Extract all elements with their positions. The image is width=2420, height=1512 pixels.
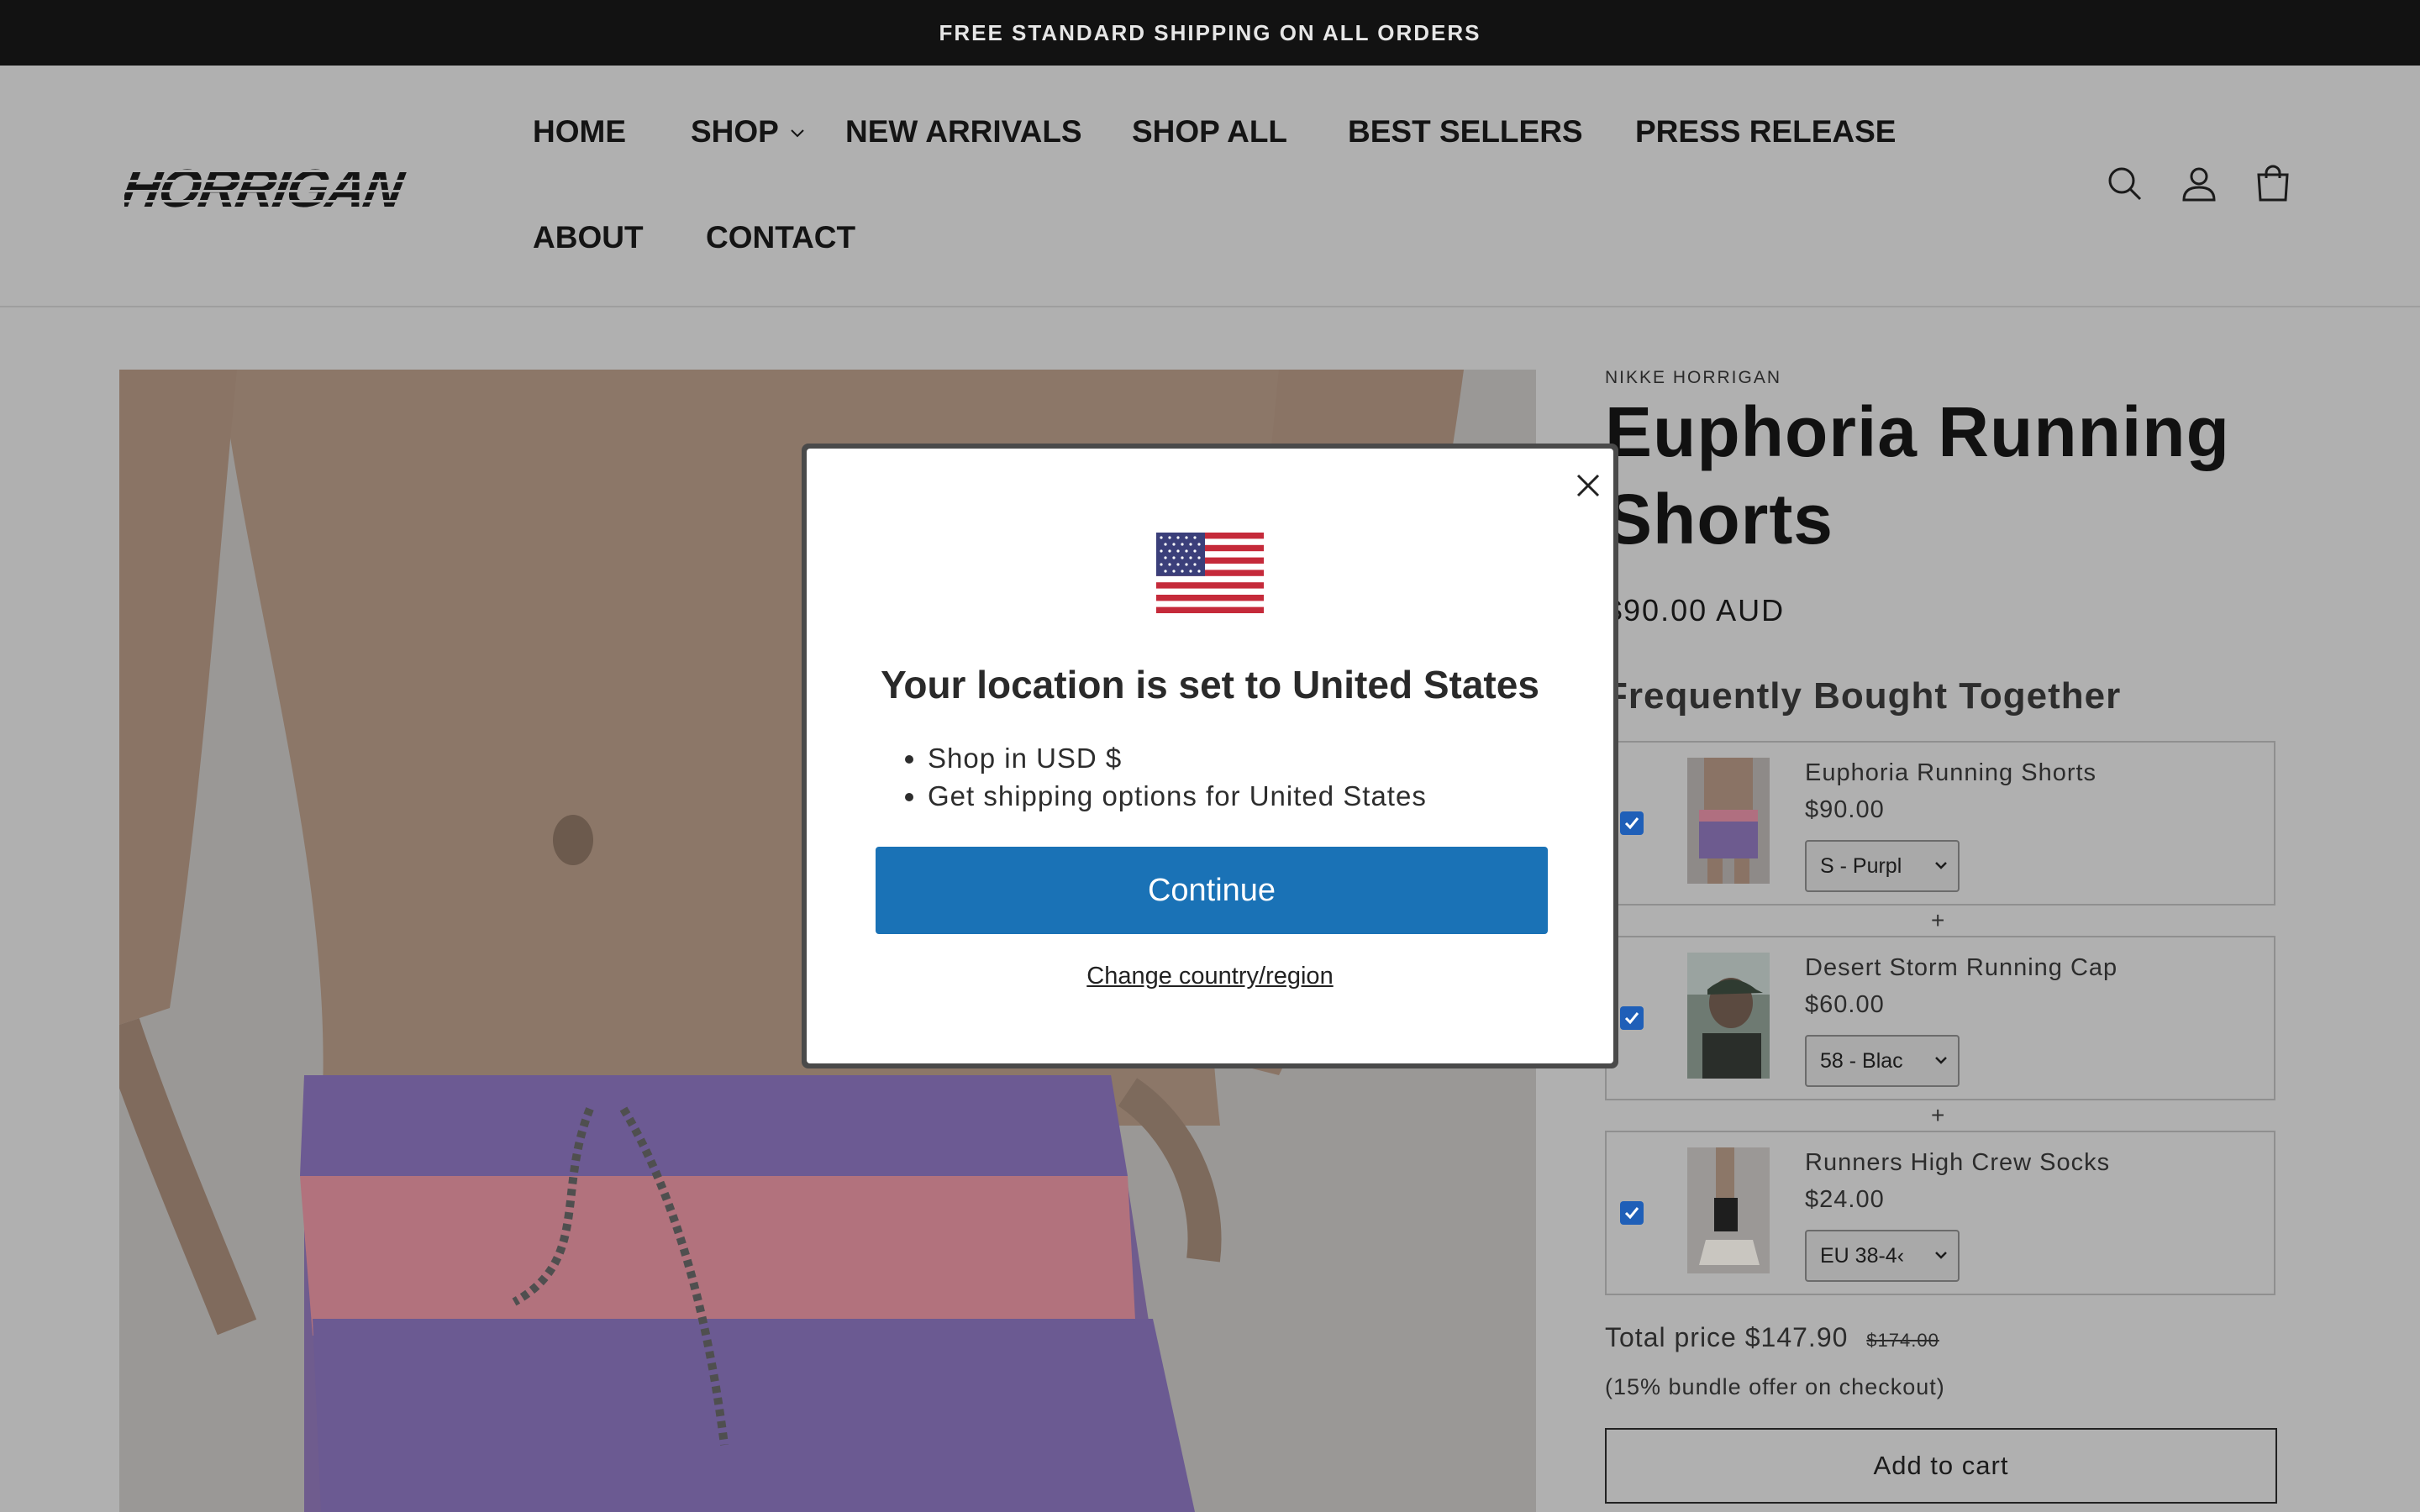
bundle-note: (15% bundle offer on checkout) [1605,1374,1945,1399]
account-icon[interactable] [2178,163,2220,205]
total-old-price: $174.00 [1866,1330,1939,1351]
total-price: $147.90 [1744,1322,1849,1352]
change-country-link[interactable]: Change country/region [807,963,1613,990]
nav-home[interactable]: HOME [533,116,626,147]
bundle-item-price: $60.00 [1805,991,1885,1018]
bundle-item: Desert Storm Running Cap $60.00 58 - Bla… [1605,936,2275,1100]
variant-select[interactable]: 58 - Blac [1805,1035,1960,1087]
nav-shop-label: SHOP [691,114,779,149]
svg-text:HORRIGAN: HORRIGAN [124,158,410,215]
product-vendor: NIKKE HORRIGAN [1605,368,1782,387]
bundle-item: Euphoria Running Shorts $90.00 S - Purpl [1605,741,2275,906]
checkmark-icon [1624,1207,1639,1220]
modal-bullets: Shop in USD $ Get shipping options for U… [901,739,1427,815]
nav-best-sellers[interactable]: BEST SELLERS [1348,116,1583,147]
chevron-down-icon [1935,1252,1947,1259]
modal-bullet: Get shipping options for United States [928,777,1427,815]
nav-shop-all[interactable]: SHOP ALL [1132,116,1287,147]
product-price: $90.00 AUD [1605,593,1786,627]
variant-select[interactable]: S - Purpl [1805,840,1960,892]
bundle-plus: + [1931,1102,1945,1128]
variant-select-value: EU 38-4‹ [1820,1243,1905,1268]
location-modal: Your location is set to United States Sh… [802,444,1618,1068]
variant-select[interactable]: EU 38-4‹ [1805,1230,1960,1282]
bundle-total: Total price $147.90 $174.00 [1605,1322,1939,1353]
cart-icon[interactable] [2252,163,2294,205]
chevron-down-icon [1935,862,1947,869]
bundle-checkbox[interactable] [1620,1201,1644,1225]
nav-press-release[interactable]: PRESS RELEASE [1635,116,1896,147]
bundle-item-name: Desert Storm Running Cap [1805,954,2118,981]
location-modal-body: Your location is set to United States Sh… [807,449,1613,1063]
bundle-item-name: Euphoria Running Shorts [1805,759,2097,786]
nav-shop[interactable]: SHOP [691,116,805,147]
product-title-line-1: Euphoria Running [1605,392,2230,471]
continue-button[interactable]: Continue [876,847,1548,934]
checkmark-icon [1624,1012,1639,1025]
bundle-item-name: Runners High Crew Socks [1805,1149,2111,1176]
bundle-item: Runners High Crew Socks $24.00 EU 38-4‹ [1605,1131,2275,1295]
close-icon[interactable] [1568,465,1608,506]
chevron-down-icon [791,129,805,138]
bundle-item-price: $90.00 [1805,796,1885,823]
announcement-bar: FREE STANDARD SHIPPING ON ALL ORDERS [0,0,2420,66]
variant-select-value: 58 - Blac [1820,1048,1903,1073]
checkmark-icon [1624,817,1639,830]
variant-select-value: S - Purpl [1820,853,1902,878]
add-to-cart-button[interactable]: Add to cart [1605,1428,2277,1504]
site-header: HORRIGAN HOME SHOP NEW ARRIVALS SHOP ALL… [0,66,2420,307]
total-label: Total price [1605,1322,1737,1352]
us-flag-icon [1156,533,1264,613]
modal-title: Your location is set to United States [881,663,1539,706]
bundle-thumbnail[interactable] [1687,1147,1770,1273]
announcement-text: FREE STANDARD SHIPPING ON ALL ORDERS [939,19,1481,45]
bundle-heading: Frequently Bought Together [1605,675,2122,717]
modal-bullet: Shop in USD $ [928,739,1427,777]
horrigan-logo[interactable]: HORRIGAN [124,158,452,215]
bundle-item-price: $24.00 [1805,1186,1885,1213]
product-title-line-2: Shorts [1605,480,1834,559]
chevron-down-icon [1935,1057,1947,1064]
bundle-plus: + [1931,907,1945,933]
nav-about[interactable]: ABOUT [533,222,644,253]
search-icon[interactable] [2104,163,2146,205]
bundle-checkbox[interactable] [1620,1006,1644,1030]
bundle-thumbnail[interactable] [1687,758,1770,884]
product-title: Euphoria Running Shorts [1605,388,2230,563]
nav-new-arrivals[interactable]: NEW ARRIVALS [845,116,1082,147]
bundle-checkbox[interactable] [1620,811,1644,835]
bundle-thumbnail[interactable] [1687,953,1770,1079]
nav-contact[interactable]: CONTACT [706,222,855,253]
